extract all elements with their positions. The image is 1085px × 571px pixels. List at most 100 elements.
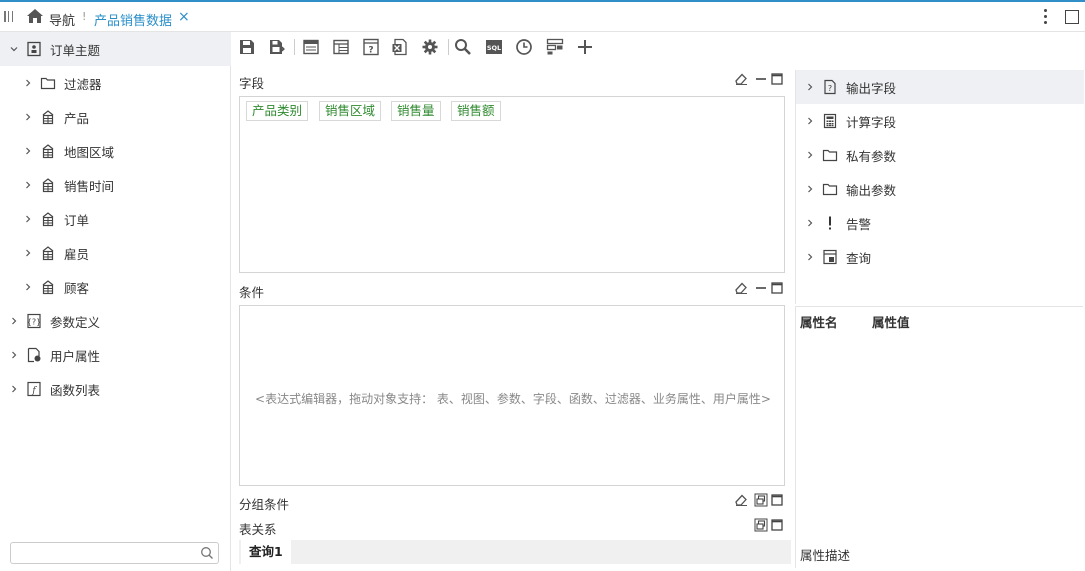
tree-item-label: 查询 (846, 250, 872, 266)
tree-item-label: 告警 (846, 216, 872, 232)
tree-item-employee[interactable]: 雇员 (0, 236, 231, 270)
restore-icon[interactable] (754, 493, 768, 507)
chevron-right-icon[interactable] (806, 219, 814, 227)
maximize-icon[interactable] (1065, 10, 1079, 24)
tree-item-customer[interactable]: 顾客 (0, 270, 231, 304)
folder-icon (40, 77, 56, 90)
tree-item-output-fields[interactable]: ? 输出字段 (796, 70, 1084, 104)
table-icon (42, 178, 54, 193)
query-tab[interactable]: 查询1 (241, 540, 291, 564)
resource-search-input[interactable] (10, 542, 219, 564)
tab-product-sales[interactable]: 产品销售数据 (94, 10, 172, 29)
chevron-right-icon[interactable] (24, 283, 32, 291)
search-icon[interactable] (200, 546, 214, 560)
tree-item-label: 用户属性 (50, 348, 101, 364)
chevron-right-icon[interactable] (24, 147, 32, 155)
maximize-panel-icon[interactable] (770, 72, 784, 86)
query-icon (823, 249, 837, 265)
close-tab-icon[interactable]: × (178, 9, 190, 25)
chevron-right-icon[interactable] (10, 317, 18, 325)
fields-panel[interactable]: 产品类别 销售区域 销售量 销售额 (239, 96, 785, 273)
chevron-right-icon[interactable] (24, 249, 32, 257)
clock-icon[interactable] (515, 38, 533, 56)
calculator-icon (823, 113, 837, 129)
restore-icon[interactable] (754, 518, 768, 532)
data-source-icon[interactable] (302, 38, 320, 56)
table-icon (42, 246, 54, 261)
eraser-icon[interactable] (734, 493, 748, 507)
expression-editor[interactable]: <表达式编辑器，拖动对象支持： 表、视图、参数、字段、函数、过滤器、业务属性、用… (239, 305, 785, 486)
chevron-right-icon[interactable] (24, 215, 32, 223)
folder-icon (822, 183, 838, 196)
minimize-icon[interactable] (754, 281, 768, 295)
tree-item-product[interactable]: 产品 (0, 100, 231, 134)
expression-placeholder: <表达式编辑器，拖动对象支持： 表、视图、参数、字段、函数、过滤器、业务属性、用… (255, 392, 771, 406)
maximize-panel-icon[interactable] (770, 518, 784, 532)
maximize-panel-icon[interactable] (770, 281, 784, 295)
chevron-right-icon[interactable] (806, 151, 814, 159)
minimize-icon[interactable] (754, 72, 768, 86)
tree-item-label: 顾客 (64, 280, 90, 296)
tree-item-label: 地图区域 (64, 144, 115, 160)
table-icon (42, 144, 54, 159)
table-layout-icon[interactable] (332, 38, 350, 56)
tree-item-sales-time[interactable]: 销售时间 (0, 168, 231, 202)
export-excel-icon[interactable] (391, 38, 409, 56)
condition-section-title: 条件 (239, 285, 265, 300)
user-attribute-icon (27, 347, 41, 363)
output-tree: ? 输出字段 计算字段 私有参数 输出参数 告警 查询 (795, 70, 1084, 304)
tree-item-calculated-fields[interactable]: 计算字段 (796, 104, 1084, 138)
save-icon[interactable] (238, 38, 256, 56)
field-chip[interactable]: 产品类别 (246, 101, 309, 121)
chevron-right-icon[interactable] (24, 79, 32, 87)
chevron-right-icon[interactable] (10, 351, 18, 359)
save-as-icon[interactable] (268, 38, 286, 56)
svg-text:?: ? (828, 84, 832, 93)
tree-item-label: 雇员 (64, 246, 90, 262)
subject-icon (27, 41, 41, 57)
search-icon[interactable] (454, 38, 472, 56)
tree-item-param-definition[interactable]: {?} 参数定义 (0, 304, 231, 338)
tree-item-output-params[interactable]: 输出参数 (796, 172, 1084, 206)
tree-item-label: 订单主题 (50, 42, 101, 58)
table-icon (42, 280, 54, 295)
field-chip[interactable]: 销售量 (391, 101, 441, 121)
tree-item-order-subject[interactable]: 订单主题 (0, 32, 231, 66)
output-field-icon: ? (824, 79, 836, 95)
eraser-icon[interactable] (734, 281, 748, 295)
tree-item-user-attribute[interactable]: 用户属性 (0, 338, 231, 372)
chevron-down-icon[interactable] (10, 45, 18, 53)
nav-link[interactable]: 导航 (49, 10, 75, 29)
eraser-icon[interactable] (734, 72, 748, 86)
chevron-right-icon[interactable] (10, 385, 18, 393)
chevron-right-icon[interactable] (806, 83, 814, 91)
tree-item-filters[interactable]: 过滤器 (0, 66, 231, 100)
menu-grip-icon[interactable] (4, 11, 13, 23)
tree-item-private-params[interactable]: 私有参数 (796, 138, 1084, 172)
chevron-right-icon[interactable] (806, 253, 814, 261)
tree-item-alerts[interactable]: 告警 (796, 206, 1084, 240)
property-value-header: 属性值 (872, 315, 910, 330)
field-chip[interactable]: 销售额 (451, 101, 501, 121)
tree-item-order[interactable]: 订单 (0, 202, 231, 236)
help-doc-icon[interactable]: ? (362, 38, 380, 56)
more-options-icon[interactable] (1040, 7, 1052, 27)
tree-item-function-list[interactable]: f 函数列表 (0, 372, 231, 406)
sql-icon[interactable]: SQL (485, 38, 503, 56)
tree-item-query[interactable]: 查询 (796, 240, 1084, 274)
chevron-right-icon[interactable] (806, 117, 814, 125)
home-icon[interactable] (26, 8, 44, 24)
maximize-panel-icon[interactable] (770, 493, 784, 507)
top-bar: 导航 ! 产品销售数据 × (0, 0, 1085, 32)
svg-text:f: f (31, 386, 37, 396)
chevron-right-icon[interactable] (24, 181, 32, 189)
tree-item-map-region[interactable]: 地图区域 (0, 134, 231, 168)
left-resource-tree: 订单主题 过滤器 产品 地图区域 销售时间 订单 雇员 顾客 {?} 参数定义 … (0, 32, 231, 571)
add-icon[interactable] (576, 38, 594, 56)
tree-item-label: 参数定义 (50, 314, 101, 330)
field-chip[interactable]: 销售区域 (319, 101, 382, 121)
schema-icon[interactable] (546, 38, 564, 56)
chevron-right-icon[interactable] (24, 113, 32, 121)
chevron-right-icon[interactable] (806, 185, 814, 193)
settings-gear-icon[interactable] (421, 38, 439, 56)
